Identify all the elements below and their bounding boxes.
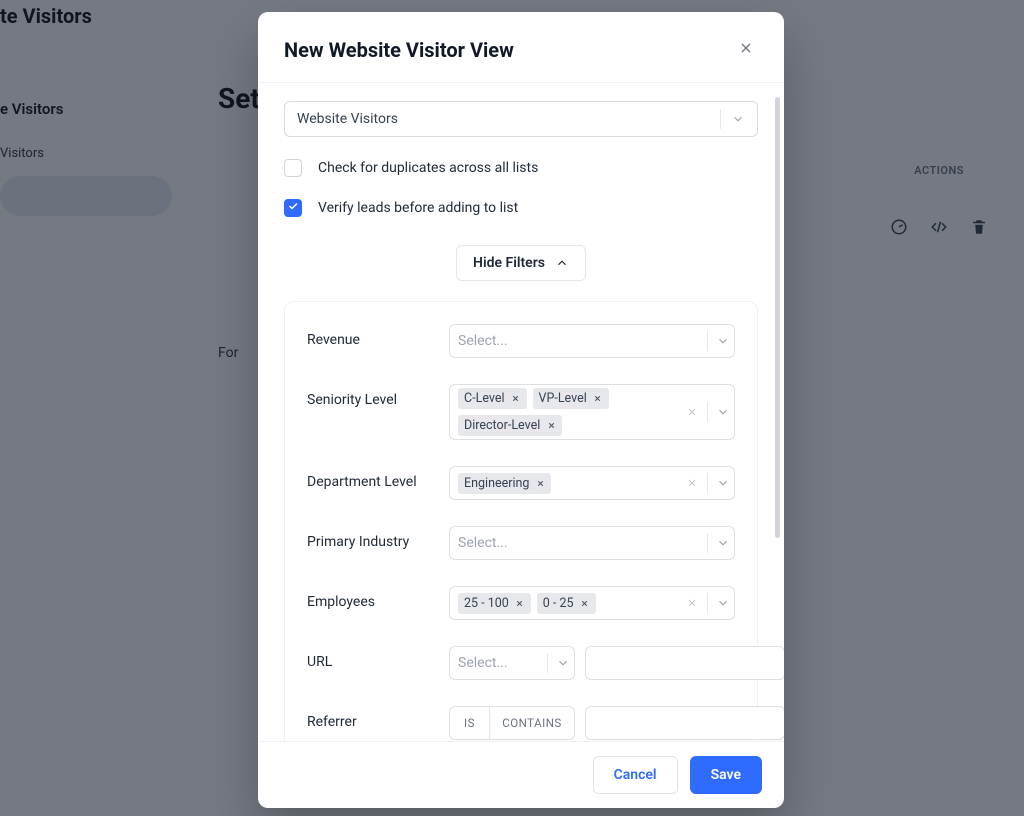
new-view-modal: New Website Visitor View Website Visitor… bbox=[258, 12, 784, 808]
modal-title: New Website Visitor View bbox=[284, 38, 514, 62]
checkbox-verify-row: Verify leads before adding to list bbox=[284, 199, 758, 217]
chevron-down-icon bbox=[716, 476, 730, 490]
tag-list: Engineering bbox=[458, 473, 685, 494]
tag-label: C-Level bbox=[464, 391, 505, 406]
checkbox-verify-label: Verify leads before adding to list bbox=[318, 200, 518, 216]
divider bbox=[707, 331, 708, 351]
seniority-select[interactable]: C-Level VP-Level Director-Level bbox=[449, 384, 735, 440]
chevron-down-icon bbox=[716, 596, 730, 610]
clear-all-icon[interactable] bbox=[685, 405, 699, 419]
modal-header: New Website Visitor View bbox=[258, 12, 784, 83]
close-icon bbox=[738, 40, 754, 60]
modal-scrollbar[interactable] bbox=[775, 97, 780, 727]
filter-label: Referrer bbox=[307, 706, 439, 730]
department-select[interactable]: Engineering bbox=[449, 466, 735, 500]
save-button[interactable]: Save bbox=[690, 756, 762, 794]
hide-filters-toggle[interactable]: Hide Filters bbox=[456, 245, 586, 281]
filter-row-primary-industry: Primary Industry Select... bbox=[307, 526, 735, 560]
tag: Engineering bbox=[458, 473, 551, 494]
list-select[interactable]: Website Visitors bbox=[284, 101, 758, 137]
employees-select[interactable]: 25 - 100 0 - 25 bbox=[449, 586, 735, 620]
tag: 25 - 100 bbox=[458, 593, 531, 614]
checkbox-duplicates-label: Check for duplicates across all lists bbox=[318, 160, 538, 176]
clear-all-icon[interactable] bbox=[685, 476, 699, 490]
filter-label: Primary Industry bbox=[307, 526, 439, 550]
tag-remove-icon[interactable] bbox=[511, 394, 521, 404]
tag-label: 25 - 100 bbox=[464, 596, 509, 611]
hide-filters-label: Hide Filters bbox=[473, 255, 545, 271]
checkbox-verify[interactable] bbox=[284, 199, 302, 217]
tag: C-Level bbox=[458, 388, 527, 409]
revenue-select[interactable]: Select... bbox=[449, 324, 735, 358]
tag-remove-icon[interactable] bbox=[593, 394, 603, 404]
referrer-operator-segmented[interactable]: IS CONTAINS bbox=[449, 706, 575, 740]
filter-label: URL bbox=[307, 646, 439, 670]
check-icon bbox=[287, 200, 299, 216]
cancel-button[interactable]: Cancel bbox=[593, 756, 678, 794]
list-select-value: Website Visitors bbox=[297, 111, 398, 127]
modal-close-button[interactable] bbox=[734, 38, 758, 62]
referrer-value-input[interactable] bbox=[585, 706, 784, 740]
segment-is[interactable]: IS bbox=[450, 707, 490, 739]
filter-label: Employees bbox=[307, 586, 439, 610]
chevron-down-icon bbox=[716, 405, 730, 419]
filter-row-seniority: Seniority Level C-Level VP-Level Directo… bbox=[307, 384, 735, 440]
divider bbox=[707, 593, 708, 613]
filter-row-referrer: Referrer IS CONTAINS bbox=[307, 706, 735, 740]
chevron-down-icon bbox=[716, 536, 730, 550]
primary-industry-select[interactable]: Select... bbox=[449, 526, 735, 560]
clear-all-icon[interactable] bbox=[685, 596, 699, 610]
tag-remove-icon[interactable] bbox=[546, 421, 556, 431]
tag: VP-Level bbox=[533, 388, 609, 409]
tag-label: VP-Level bbox=[539, 391, 587, 406]
filter-row-url: URL Select... bbox=[307, 646, 735, 680]
tag-list: 25 - 100 0 - 25 bbox=[458, 593, 685, 614]
filter-row-employees: Employees 25 - 100 0 - 25 bbox=[307, 586, 735, 620]
checkbox-duplicates[interactable] bbox=[284, 159, 302, 177]
filters-card: Revenue Select... Seniority Level C-Leve… bbox=[284, 301, 758, 741]
tag-remove-icon[interactable] bbox=[535, 478, 545, 488]
tag: Director-Level bbox=[458, 415, 562, 436]
divider bbox=[707, 533, 708, 553]
modal-body: Website Visitors Check for duplicates ac… bbox=[258, 83, 784, 741]
divider bbox=[547, 653, 548, 673]
divider bbox=[707, 402, 708, 422]
divider bbox=[720, 109, 721, 129]
chevron-up-icon bbox=[555, 256, 569, 270]
url-value-input[interactable] bbox=[585, 646, 784, 680]
filter-label: Seniority Level bbox=[307, 384, 439, 408]
tag-label: Engineering bbox=[464, 476, 529, 491]
tag-list: C-Level VP-Level Director-Level bbox=[458, 388, 685, 436]
tag: 0 - 25 bbox=[537, 593, 596, 614]
chevron-down-icon bbox=[716, 334, 730, 348]
filter-label: Revenue bbox=[307, 324, 439, 348]
select-placeholder: Select... bbox=[458, 329, 699, 353]
modal-footer: Cancel Save bbox=[258, 741, 784, 808]
segment-contains[interactable]: CONTAINS bbox=[490, 707, 574, 739]
cancel-button-label: Cancel bbox=[614, 767, 657, 783]
save-button-label: Save bbox=[711, 767, 741, 783]
scrollbar-thumb[interactable] bbox=[775, 97, 780, 538]
chevron-down-icon bbox=[556, 656, 570, 670]
tag-label: 0 - 25 bbox=[543, 596, 574, 611]
tag-remove-icon[interactable] bbox=[515, 598, 525, 608]
select-placeholder: Select... bbox=[458, 531, 699, 555]
tag-label: Director-Level bbox=[464, 418, 540, 433]
filter-row-revenue: Revenue Select... bbox=[307, 324, 735, 358]
chevron-down-icon bbox=[731, 112, 745, 126]
filter-label: Department Level bbox=[307, 466, 439, 490]
filter-row-department: Department Level Engineering bbox=[307, 466, 735, 500]
select-placeholder: Select... bbox=[458, 651, 539, 675]
divider bbox=[707, 473, 708, 493]
checkbox-duplicates-row: Check for duplicates across all lists bbox=[284, 159, 758, 177]
tag-remove-icon[interactable] bbox=[580, 598, 590, 608]
url-operator-select[interactable]: Select... bbox=[449, 646, 575, 680]
